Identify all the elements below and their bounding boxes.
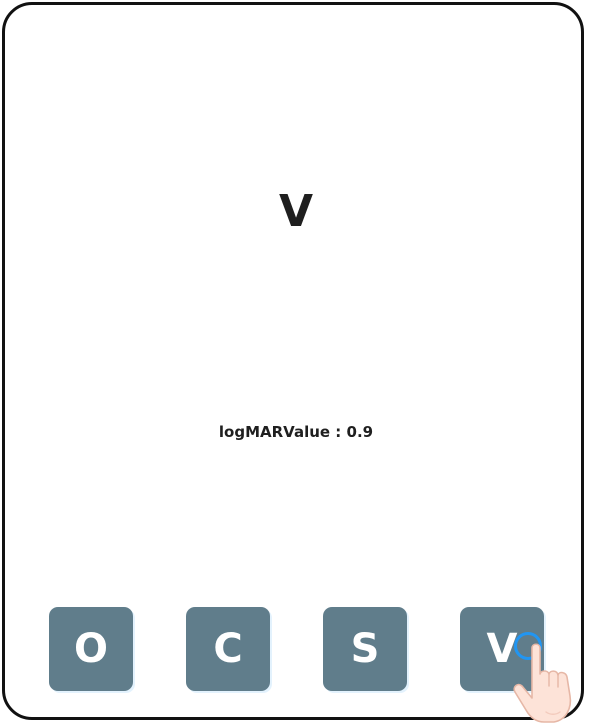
optotype-letter: V [278,186,314,237]
choice-button-s[interactable]: S [323,607,407,691]
tap-hand-icon [513,643,572,723]
logmar-value-label: logMARValue : 0.9 [218,423,374,441]
choice-button-o[interactable]: O [49,607,133,691]
choice-button-c[interactable]: C [186,607,270,691]
